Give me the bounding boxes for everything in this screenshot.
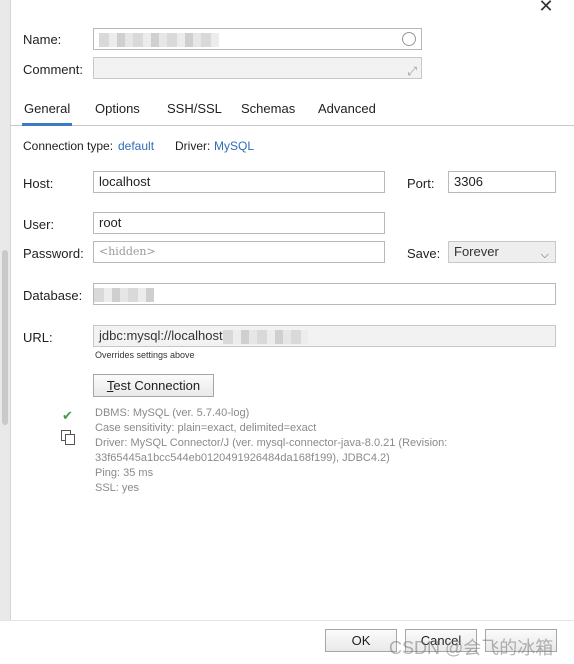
- ok-button[interactable]: OK: [325, 629, 397, 652]
- scrollbar-thumb[interactable]: [2, 250, 8, 425]
- password-field[interactable]: <hidden>: [93, 241, 385, 263]
- comment-label: Comment:: [23, 62, 83, 77]
- save-select-value: Forever: [454, 244, 499, 259]
- user-label: User:: [23, 217, 55, 232]
- url-value: jdbc:mysql://localhost: [99, 328, 223, 343]
- port-field[interactable]: 3306: [448, 171, 556, 193]
- info-ssl: SSL: yes: [95, 482, 140, 494]
- host-field[interactable]: localhost: [93, 171, 385, 193]
- redacted-name: [99, 32, 219, 47]
- tab-advanced[interactable]: Advanced: [316, 97, 378, 123]
- check-icon: ✔: [62, 408, 73, 423]
- driver-label: Driver:: [175, 139, 211, 153]
- host-label: Host:: [23, 176, 54, 191]
- footer-divider: [0, 620, 574, 621]
- port-label: Port:: [407, 176, 435, 191]
- info-driver-revision: 33f65445a1bcc544eb0120491926484da168f199…: [95, 452, 390, 464]
- database-label: Database:: [23, 288, 83, 303]
- tab-general[interactable]: General: [22, 97, 73, 126]
- tab-bar: General Options SSH/SSL Schemas Advanced: [10, 97, 574, 126]
- close-button[interactable]: ✕: [536, 0, 556, 16]
- save-label: Save:: [407, 246, 441, 261]
- tab-schemas[interactable]: Schemas: [239, 97, 297, 123]
- url-label: URL:: [23, 330, 53, 345]
- watermark: CSDN @会飞的冰箱: [389, 638, 554, 658]
- info-ping: Ping: 35 ms: [95, 467, 154, 479]
- password-label: Password:: [23, 246, 84, 261]
- tab-options[interactable]: Options: [93, 97, 142, 123]
- expand-icon[interactable]: ⤢: [407, 61, 417, 78]
- redacted-database: [94, 287, 154, 302]
- info-case-sensitivity: Case sensitivity: plain=exact, delimited…: [95, 422, 317, 434]
- url-hint: Overrides settings above: [95, 350, 195, 360]
- database-field[interactable]: [93, 283, 556, 305]
- test-connection-label: est Connection: [113, 378, 201, 393]
- name-field[interactable]: [93, 28, 422, 50]
- info-driver: Driver: MySQL Connector/J (ver. mysql-co…: [95, 437, 448, 449]
- comment-field[interactable]: ⤢: [93, 57, 422, 79]
- connection-info: DBMS: MySQL (ver. 5.7.40-log) Case sensi…: [95, 406, 447, 496]
- color-circle-icon[interactable]: [402, 32, 416, 46]
- name-label: Name:: [23, 32, 62, 47]
- url-field[interactable]: jdbc:mysql://localhost: [93, 325, 556, 347]
- test-connection-button[interactable]: Test Connection: [93, 374, 214, 397]
- user-field[interactable]: root: [93, 212, 385, 234]
- copy-icon[interactable]: [61, 430, 75, 445]
- driver-link[interactable]: MySQL: [214, 139, 254, 153]
- chevron-down-icon: ⌵: [540, 249, 549, 261]
- tab-ssh-ssl[interactable]: SSH/SSL: [165, 97, 224, 123]
- connection-type-link[interactable]: default: [118, 139, 154, 153]
- info-dbms: DBMS: MySQL (ver. 5.7.40-log): [95, 407, 250, 419]
- save-select[interactable]: Forever ⌵: [448, 241, 556, 263]
- connection-type-label: Connection type:: [23, 139, 114, 153]
- redacted-url: [222, 329, 308, 344]
- left-panel-edge: [0, 0, 11, 620]
